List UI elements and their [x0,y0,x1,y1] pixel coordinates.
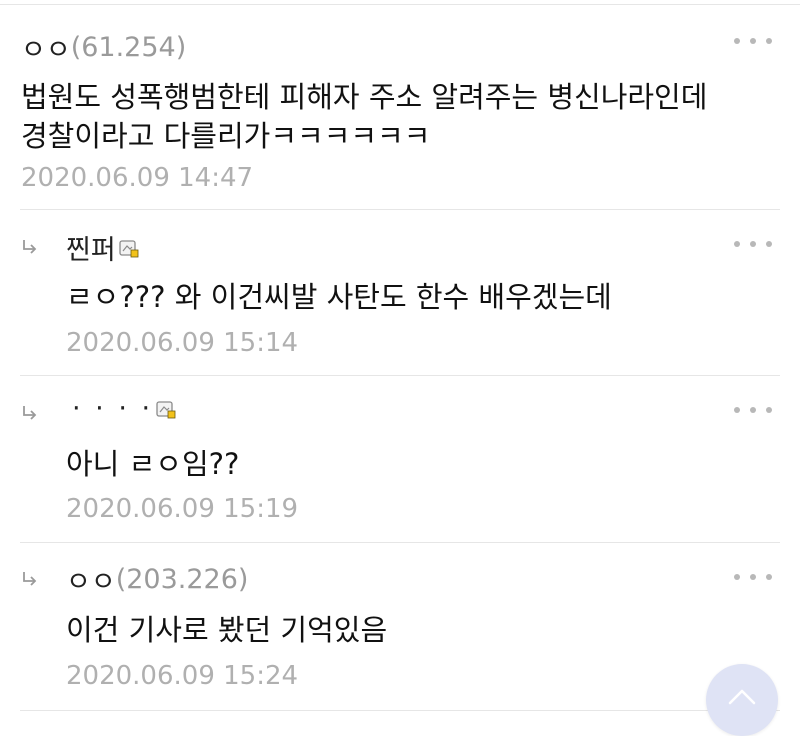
author-name: · · · · [72,393,154,424]
more-options-icon[interactable] [734,239,772,249]
comment-divider [20,209,780,210]
more-options-icon[interactable] [734,36,772,46]
comment-date: 2020.06.09 15:14 [66,328,299,358]
more-options-icon[interactable] [734,405,772,415]
author-name: 찐퍼 [66,235,116,266]
scroll-to-top-button[interactable] [706,664,778,736]
member-badge-icon [119,239,139,257]
comment-text: ㄹㅇ??? 와 이건씨발 사탄도 한수 배우겠는데 [66,280,612,314]
author-name: ㅇㅇ [21,35,71,66]
comment-author[interactable]: ㅇㅇ (203.226) [66,560,248,599]
comment-text: 법원도 성폭행범한테 피해자 주소 알려주는 병신나라인데 경찰이라고 다를리가… [21,78,707,156]
more-options-icon[interactable] [734,572,772,582]
comment-date: 2020.06.09 15:19 [66,494,299,524]
author-ip: (61.254) [70,32,187,63]
chevron-up-icon [728,689,756,705]
reply-comment: 찐퍼 ㄹㅇ??? 와 이건씨발 사탄도 한수 배우겠는데 2020.06.09 … [0,211,800,375]
reply-arrow-icon [23,240,37,254]
reply-comment: ㅇㅇ (203.226) 이건 기사로 봤던 기억있음 2020.06.09 1… [0,543,800,711]
comment-text-line: 법원도 성폭행범한테 피해자 주소 알려주는 병신나라인데 [21,80,708,114]
comment-divider [20,710,780,711]
author-name: ㅇㅇ [66,567,116,598]
member-badge-icon [156,400,176,418]
comment-date: 2020.06.09 14:47 [21,163,254,193]
comment-author[interactable]: 찐퍼 [66,228,139,267]
comment-date: 2020.06.09 15:24 [66,661,299,691]
reply-arrow-icon [23,572,37,586]
reply-comment: · · · · 아니 ㄹㅇ임?? 2020.06.09 15:19 [0,376,800,542]
comment: ㅇㅇ (61.254) 법원도 성폭행범한테 피해자 주소 알려주는 병신나라인… [0,5,800,210]
comment-author[interactable]: · · · · [72,393,176,424]
comment-text: 아니 ㄹㅇ임?? [66,447,240,481]
comment-text-line: 경찰이라고 다를리가ㅋㅋㅋㅋㅋㅋ [21,119,431,153]
comment-text: 이건 기사로 봤던 기억있음 [66,613,388,647]
comment-author[interactable]: ㅇㅇ (61.254) [21,28,186,67]
reply-arrow-icon [23,406,37,420]
author-ip: (203.226) [115,564,249,595]
